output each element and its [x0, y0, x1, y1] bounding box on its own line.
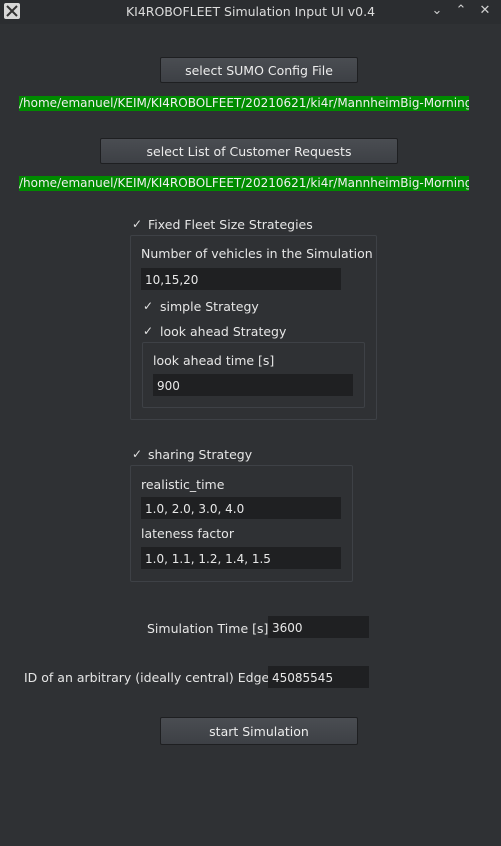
window-title: KI4ROBOFLEET Simulation Input UI v0.4 [125, 4, 376, 19]
simple-strategy-checkbox[interactable]: ✓ [142, 300, 154, 312]
lateness-factor-input[interactable]: 1.0, 1.1, 1.2, 1.4, 1.5 [141, 547, 341, 569]
simple-strategy-label: simple Strategy [160, 299, 259, 314]
select-customer-requests-button[interactable]: select List of Customer Requests [100, 138, 398, 164]
simulation-time-input[interactable]: 3600 [268, 616, 369, 638]
lookahead-strategy-label: look ahead Strategy [160, 324, 287, 339]
sumo-config-path: /home/emanuel/KEIM/KI4ROBOLFEET/20210621… [19, 96, 469, 111]
lookahead-strategy-checkbox[interactable]: ✓ [142, 325, 154, 337]
sharing-strategy-checkbox[interactable]: ✓ [131, 448, 143, 460]
realistic-time-label: realistic_time [141, 477, 225, 492]
fixed-fleet-checkbox[interactable]: ✓ [131, 218, 143, 230]
lookahead-time-input[interactable]: 900 [153, 374, 353, 396]
simulation-time-label: Simulation Time [s] [147, 621, 269, 636]
edge-id-input[interactable]: 45085545 [268, 666, 369, 688]
start-simulation-button[interactable]: start Simulation [160, 717, 358, 745]
vehicles-label: Number of vehicles in the Simulation [141, 246, 373, 261]
realistic-time-input[interactable]: 1.0, 2.0, 3.0, 4.0 [141, 497, 341, 519]
close-icon[interactable]: ✕ [477, 3, 493, 19]
fixed-fleet-label: Fixed Fleet Size Strategies [148, 217, 313, 232]
maximize-icon[interactable]: ⌃ [453, 3, 469, 19]
edge-id-label: ID of an arbitrary (ideally central) Edg… [24, 670, 270, 685]
sharing-strategy-label: sharing Strategy [148, 447, 253, 462]
lateness-factor-label: lateness factor [141, 526, 234, 541]
lookahead-time-label: look ahead time [s] [153, 353, 275, 368]
vehicles-input[interactable]: 10,15,20 [141, 268, 341, 290]
minimize-icon[interactable]: ⌄ [429, 3, 445, 19]
customer-requests-path: /home/emanuel/KEIM/KI4ROBOLFEET/20210621… [19, 176, 469, 191]
select-sumo-config-button[interactable]: select SUMO Config File [160, 57, 358, 83]
